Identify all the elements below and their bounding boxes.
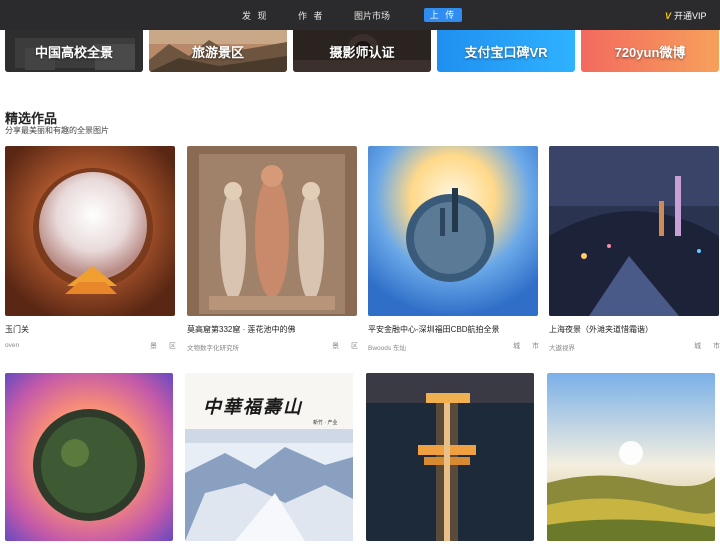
work-thumbnail[interactable] <box>368 146 538 316</box>
work-author[interactable]: 大遨视界 <box>549 342 575 352</box>
work-tag[interactable]: 城 市 <box>694 341 720 351</box>
banner-label: 支付宝口碑VR <box>464 44 548 60</box>
work-card: 平安金融中心-深圳福田CBD航拍全景 Bwoods 东灿 城 市 <box>368 146 539 356</box>
work-thumbnail[interactable] <box>5 373 173 541</box>
banner-alipay-vr[interactable]: 支付宝口碑VR <box>437 30 575 72</box>
work-title[interactable]: 平安金融中心-深圳福田CBD航拍全景 <box>368 324 500 335</box>
vip-button[interactable]: V 开通VIP <box>665 9 707 22</box>
work-tag[interactable]: 景 区 <box>332 341 363 351</box>
work-thumbnail[interactable] <box>547 373 715 541</box>
vip-icon: V <box>665 11 672 21</box>
banner-label: 摄影师认证 <box>329 44 395 60</box>
work-tag[interactable]: 景 区 <box>150 341 181 351</box>
work-thumbnail[interactable]: 中華福壽山 新竹 · 产业 <box>185 373 353 541</box>
work-thumbnail[interactable] <box>366 373 534 541</box>
banner-university-panorama[interactable]: 中国高校全景 <box>5 30 143 72</box>
yumenguan-panorama-image <box>5 146 175 316</box>
nav-discover[interactable]: 发 现 <box>242 9 269 22</box>
work-card: 玉门关 oven 景 区 <box>5 146 176 356</box>
poster-side-text: 新竹 · 产业 <box>313 420 338 426</box>
work-title[interactable]: 玉门关 <box>5 324 29 335</box>
banner-label: 旅游景区 <box>191 44 244 60</box>
work-tag[interactable]: 城 市 <box>513 341 544 351</box>
upload-button[interactable]: 上 传 <box>424 8 462 22</box>
work-card: 上海夜景（外滩夹道惜霜谐） 大遨视界 城 市 <box>549 146 720 356</box>
banner-label: 中国高校全景 <box>34 44 113 60</box>
vip-label: 开通VIP <box>674 11 707 21</box>
work-author[interactable]: oven <box>5 342 19 349</box>
work-author[interactable]: Bwoods 东灿 <box>368 342 406 352</box>
terraced-fields-sunrise-image <box>547 373 715 541</box>
banner-720yun-weibo[interactable]: 720yun微博 <box>581 30 719 72</box>
work-title[interactable]: 上海夜景（外滩夹道惜霜谐） <box>549 324 653 335</box>
work-thumbnail[interactable] <box>187 146 357 316</box>
colorful-planet-image <box>5 373 173 541</box>
work-card: 莫高窟第332窟 · 莲花池中的佛 文物数字化研究所 景 区 <box>187 146 358 356</box>
top-navbar: 发 现 作 者 图片市场 上 传 V 开通VIP <box>0 0 720 30</box>
work-thumbnail[interactable] <box>549 146 719 316</box>
banner-label: 720yun微博 <box>614 44 686 60</box>
work-title[interactable]: 莫高窟第332窟 · 莲花池中的佛 <box>187 324 295 335</box>
section-subtitle: 分享最美丽和有趣的全景图片 <box>5 126 109 135</box>
shenzhen-cbd-planet-image <box>368 146 538 316</box>
work-author[interactable]: 文物数字化研究所 <box>187 342 239 352</box>
mogao-buddha-image <box>187 146 357 316</box>
bridge-night-aerial-image <box>366 373 534 541</box>
poster-title-text: 中華福壽山 <box>203 397 303 418</box>
banner-photographer-certification[interactable]: 摄影师认证 <box>293 30 431 72</box>
work-thumbnail[interactable] <box>5 146 175 316</box>
nav-authors[interactable]: 作 者 <box>298 9 325 22</box>
shanghai-night-image <box>549 146 719 316</box>
nav-photo-market[interactable]: 图片市场 <box>354 9 390 22</box>
banner-scenic-spots[interactable]: 旅游景区 <box>149 30 287 72</box>
